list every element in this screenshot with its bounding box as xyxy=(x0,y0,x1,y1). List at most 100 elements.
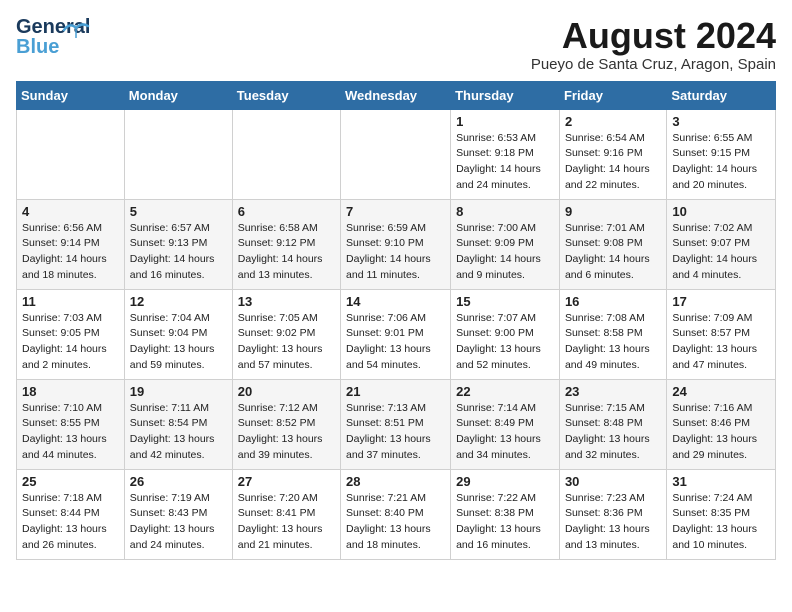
day-number: 25 xyxy=(22,474,119,489)
calendar-cell: 6Sunrise: 6:58 AM Sunset: 9:12 PM Daylig… xyxy=(232,199,340,289)
day-number: 14 xyxy=(346,294,445,309)
calendar-header-sunday: Sunday xyxy=(17,81,125,109)
calendar-cell: 4 Sunrise: 6:56 AM Sunset: 9:14 PM Daylig… xyxy=(17,199,125,289)
calendar-week-row: 25Sunrise: 7:18 AM Sunset: 8:44 PM Dayli… xyxy=(17,469,776,559)
calendar-header-monday: Monday xyxy=(124,81,232,109)
day-number: 20 xyxy=(238,384,335,399)
calendar-cell: 12 Sunrise: 7:04 AM Sunset: 9:04 PM Dayli… xyxy=(124,289,232,379)
logo: General Blue xyxy=(16,16,64,56)
day-info: Sunrise: 7:02 AM Sunset: 9:07 PM Dayligh… xyxy=(672,221,770,284)
calendar-cell: 10 Sunrise: 7:02 AM Sunset: 9:07 PM Dayli… xyxy=(667,199,776,289)
calendar-cell: 25Sunrise: 7:18 AM Sunset: 8:44 PM Dayli… xyxy=(17,469,125,559)
day-number: 3 xyxy=(672,114,770,129)
calendar-cell: 30Sunrise: 7:23 AM Sunset: 8:36 PM Dayli… xyxy=(559,469,666,559)
day-number: 5 xyxy=(130,204,227,219)
calendar-cell: 2Sunrise: 6:54 AM Sunset: 9:16 PM Daylig… xyxy=(559,109,666,199)
day-info: Sunrise: 6:56 AM Sunset: 9:14 PM Dayligh… xyxy=(22,221,119,284)
day-number: 19 xyxy=(130,384,227,399)
page-subtitle: Pueyo de Santa Cruz, Aragon, Spain xyxy=(531,56,776,73)
calendar-header-saturday: Saturday xyxy=(667,81,776,109)
day-number: 29 xyxy=(456,474,554,489)
day-number: 21 xyxy=(346,384,445,399)
day-info: Sunrise: 7:24 AM Sunset: 8:35 PM Dayligh… xyxy=(672,491,770,554)
day-info: Sunrise: 7:00 AM Sunset: 9:09 PM Dayligh… xyxy=(456,221,554,284)
day-number: 22 xyxy=(456,384,554,399)
day-number: 7 xyxy=(346,204,445,219)
logo-blue: Blue xyxy=(16,36,59,59)
day-number: 18 xyxy=(22,384,119,399)
day-number: 11 xyxy=(22,294,119,309)
day-number: 16 xyxy=(565,294,661,309)
calendar-week-row: 4 Sunrise: 6:56 AM Sunset: 9:14 PM Daylig… xyxy=(17,199,776,289)
day-number: 28 xyxy=(346,474,445,489)
calendar-header-friday: Friday xyxy=(559,81,666,109)
day-number: 24 xyxy=(672,384,770,399)
day-number: 4 xyxy=(22,204,119,219)
calendar-cell: 16Sunrise: 7:08 AM Sunset: 8:58 PM Dayli… xyxy=(559,289,666,379)
day-info: Sunrise: 7:14 AM Sunset: 8:49 PM Dayligh… xyxy=(456,401,554,464)
day-info: Sunrise: 6:58 AM Sunset: 9:12 PM Dayligh… xyxy=(238,221,335,284)
day-info: Sunrise: 7:21 AM Sunset: 8:40 PM Dayligh… xyxy=(346,491,445,554)
day-info: Sunrise: 7:06 AM Sunset: 9:01 PM Dayligh… xyxy=(346,311,445,374)
calendar-cell: 27Sunrise: 7:20 AM Sunset: 8:41 PM Dayli… xyxy=(232,469,340,559)
calendar-cell xyxy=(17,109,125,199)
day-info: Sunrise: 6:53 AM Sunset: 9:18 PM Dayligh… xyxy=(456,131,554,194)
day-info: Sunrise: 7:22 AM Sunset: 8:38 PM Dayligh… xyxy=(456,491,554,554)
day-number: 9 xyxy=(565,204,661,219)
day-number: 13 xyxy=(238,294,335,309)
calendar-week-row: 18Sunrise: 7:10 AM Sunset: 8:55 PM Dayli… xyxy=(17,379,776,469)
day-info: Sunrise: 7:19 AM Sunset: 8:43 PM Dayligh… xyxy=(130,491,227,554)
day-number: 31 xyxy=(672,474,770,489)
day-info: Sunrise: 7:04 AM Sunset: 9:04 PM Dayligh… xyxy=(130,311,227,374)
calendar-cell: 17 Sunrise: 7:09 AM Sunset: 8:57 PM Dayli… xyxy=(667,289,776,379)
calendar-cell: 14 Sunrise: 7:06 AM Sunset: 9:01 PM Dayli… xyxy=(341,289,451,379)
calendar-cell: 8Sunrise: 7:00 AM Sunset: 9:09 PM Daylig… xyxy=(451,199,560,289)
calendar-header-tuesday: Tuesday xyxy=(232,81,340,109)
calendar-header-wednesday: Wednesday xyxy=(341,81,451,109)
day-info: Sunrise: 7:09 AM Sunset: 8:57 PM Dayligh… xyxy=(672,311,770,374)
calendar-header-thursday: Thursday xyxy=(451,81,560,109)
calendar-cell: 7Sunrise: 6:59 AM Sunset: 9:10 PM Daylig… xyxy=(341,199,451,289)
calendar-cell: 1 Sunrise: 6:53 AM Sunset: 9:18 PM Daylig… xyxy=(451,109,560,199)
title-area: August 2024 Pueyo de Santa Cruz, Aragon,… xyxy=(531,16,776,73)
day-info: Sunrise: 7:01 AM Sunset: 9:08 PM Dayligh… xyxy=(565,221,661,284)
calendar-cell xyxy=(341,109,451,199)
calendar-week-row: 11 Sunrise: 7:03 AM Sunset: 9:05 PM Dayli… xyxy=(17,289,776,379)
day-number: 12 xyxy=(130,294,227,309)
page-header: General Blue August 2024 Pueyo de Santa … xyxy=(16,16,776,73)
day-number: 17 xyxy=(672,294,770,309)
day-info: Sunrise: 6:55 AM Sunset: 9:15 PM Dayligh… xyxy=(672,131,770,194)
day-number: 30 xyxy=(565,474,661,489)
day-number: 23 xyxy=(565,384,661,399)
calendar-cell: 22 Sunrise: 7:14 AM Sunset: 8:49 PM Dayli… xyxy=(451,379,560,469)
day-number: 2 xyxy=(565,114,661,129)
page-title: August 2024 xyxy=(531,16,776,56)
calendar-cell: 20 Sunrise: 7:12 AM Sunset: 8:52 PM Dayli… xyxy=(232,379,340,469)
calendar-cell: 3 Sunrise: 6:55 AM Sunset: 9:15 PM Daylig… xyxy=(667,109,776,199)
calendar-cell: 26 Sunrise: 7:19 AM Sunset: 8:43 PM Dayli… xyxy=(124,469,232,559)
day-info: Sunrise: 7:12 AM Sunset: 8:52 PM Dayligh… xyxy=(238,401,335,464)
calendar-cell: 24 Sunrise: 7:16 AM Sunset: 8:46 PM Dayli… xyxy=(667,379,776,469)
calendar-cell: 5 Sunrise: 6:57 AM Sunset: 9:13 PM Daylig… xyxy=(124,199,232,289)
calendar-cell: 11 Sunrise: 7:03 AM Sunset: 9:05 PM Dayli… xyxy=(17,289,125,379)
calendar-cell: 29 Sunrise: 7:22 AM Sunset: 8:38 PM Dayli… xyxy=(451,469,560,559)
day-info: Sunrise: 7:03 AM Sunset: 9:05 PM Dayligh… xyxy=(22,311,119,374)
calendar-table: SundayMondayTuesdayWednesdayThursdayFrid… xyxy=(16,81,776,560)
calendar-header-row: SundayMondayTuesdayWednesdayThursdayFrid… xyxy=(17,81,776,109)
day-info: Sunrise: 7:11 AM Sunset: 8:54 PM Dayligh… xyxy=(130,401,227,464)
calendar-cell: 21Sunrise: 7:13 AM Sunset: 8:51 PM Dayli… xyxy=(341,379,451,469)
calendar-cell: 31 Sunrise: 7:24 AM Sunset: 8:35 PM Dayli… xyxy=(667,469,776,559)
day-info: Sunrise: 7:07 AM Sunset: 9:00 PM Dayligh… xyxy=(456,311,554,374)
calendar-week-row: 1 Sunrise: 6:53 AM Sunset: 9:18 PM Daylig… xyxy=(17,109,776,199)
calendar-cell: 19 Sunrise: 7:11 AM Sunset: 8:54 PM Dayli… xyxy=(124,379,232,469)
day-number: 15 xyxy=(456,294,554,309)
day-info: Sunrise: 7:16 AM Sunset: 8:46 PM Dayligh… xyxy=(672,401,770,464)
day-number: 1 xyxy=(456,114,554,129)
calendar-cell: 13 Sunrise: 7:05 AM Sunset: 9:02 PM Dayli… xyxy=(232,289,340,379)
day-info: Sunrise: 6:57 AM Sunset: 9:13 PM Dayligh… xyxy=(130,221,227,284)
day-number: 27 xyxy=(238,474,335,489)
calendar-cell xyxy=(124,109,232,199)
day-number: 10 xyxy=(672,204,770,219)
day-number: 26 xyxy=(130,474,227,489)
day-info: Sunrise: 7:05 AM Sunset: 9:02 PM Dayligh… xyxy=(238,311,335,374)
